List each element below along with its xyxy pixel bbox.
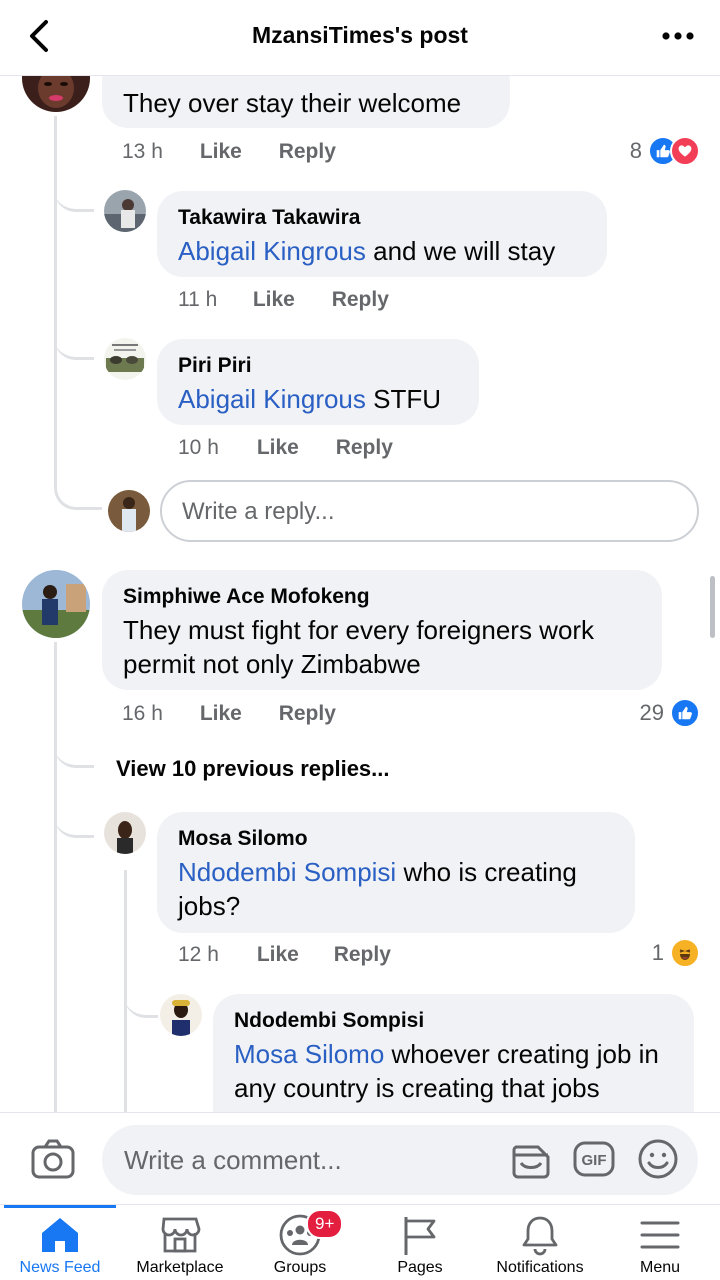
nav-label: Groups [273,1259,327,1276]
reply-button[interactable]: Reply [332,288,389,312]
nav-groups[interactable]: 9+ Groups [240,1205,360,1280]
nav-pages[interactable]: Pages [360,1205,480,1280]
nav-marketplace[interactable]: Marketplace [120,1205,240,1280]
reply-text: Abigail Kingrous and we will stay [178,234,585,268]
reply-text: Abigail Kingrous STFU [178,382,457,416]
thread-connector [54,332,94,360]
reaction-summary[interactable]: 29 [640,698,700,728]
reply-body: STFU [365,384,441,414]
emoji-icon[interactable] [636,1137,680,1181]
reply-bubble[interactable]: Piri Piri Abigail Kingrous STFU [157,339,479,425]
avatar[interactable] [104,190,146,232]
svg-text:GIF: GIF [582,1152,607,1169]
comment-bubble[interactable]: They over stay their welcome [102,76,510,128]
like-button[interactable]: Like [257,436,330,460]
reply-bubble[interactable]: Mosa Silomo Ndodembi Sompisi who is crea… [157,812,635,933]
gif-icon[interactable]: GIF [572,1137,616,1181]
author-name[interactable]: Ndodembi Sompisi [234,1008,672,1034]
like-button[interactable]: Like [257,943,328,967]
reply-time: 10 h [178,436,219,459]
author-name[interactable]: Piri Piri [178,353,457,379]
comments-feed[interactable]: They over stay their welcome 13 h Like R… [0,76,720,1112]
bottom-navigation: News Feed Marketplace 9+ Groups Pages No… [0,1204,720,1280]
like-button[interactable]: Like [200,140,273,164]
avatar[interactable] [160,994,202,1036]
more-options-icon[interactable] [658,20,698,52]
reaction-summary[interactable]: 1 [652,938,700,968]
thread-line [54,642,57,1112]
comment-text: They over stay their welcome [123,88,462,118]
comment-text: They must fight for every foreigners wor… [123,615,595,679]
reply-time: 11 h [178,288,218,311]
camera-icon[interactable] [30,1137,76,1181]
thread-connector [54,810,94,838]
nav-news-feed[interactable]: News Feed [0,1205,120,1280]
top-bar: MzansiTimes's post [0,0,720,76]
mention-link[interactable]: Mosa Silomo [234,1039,384,1069]
comment-time: 13 h [122,140,163,163]
mention-link[interactable]: Ndodembi Sompisi [178,857,396,887]
sticker-icon[interactable] [510,1137,554,1181]
reaction-count: 8 [629,138,642,163]
reply-bubble[interactable]: Takawira Takawira Abigail Kingrous and w… [157,191,607,277]
reply-text: Ndodembi Sompisi who is creating jobs? [178,855,613,923]
reaction-summary[interactable]: 8 [630,136,700,166]
comment-meta: 16 h Like Reply [122,702,336,726]
reaction-count: 29 [639,700,664,725]
author-name[interactable]: Mosa Silomo [178,826,613,852]
home-icon [38,1213,82,1257]
avatar[interactable] [22,76,90,112]
nav-notifications[interactable]: Notifications [480,1205,600,1280]
reply-time: 12 h [178,943,219,966]
like-reaction-icon [670,698,700,728]
author-name[interactable]: Simphiwe Ace Mofokeng [123,584,640,610]
comment-composer: Write a comment... GIF [0,1112,720,1204]
reply-button[interactable]: Reply [334,943,391,967]
reaction-count: 1 [651,940,664,965]
mention-link[interactable]: Abigail Kingrous [178,236,366,266]
scrollbar[interactable] [710,576,715,638]
comment-bubble[interactable]: Simphiwe Ace Mofokeng They must fight fo… [102,570,662,690]
nav-label: News Feed [19,1259,101,1276]
page-title: MzansiTimes's post [252,22,468,48]
thread-line [54,116,57,488]
reply-meta: 10 h Like Reply [178,436,393,460]
bell-icon [518,1213,562,1257]
my-avatar [108,490,150,532]
avatar[interactable] [104,338,146,380]
reply-meta: 11 h Like Reply [178,288,389,312]
love-reaction-icon [670,136,700,166]
thread-connector [54,184,94,212]
reply-button[interactable]: Reply [279,702,336,726]
flag-icon [398,1213,442,1257]
write-reply-input[interactable]: Write a reply... [160,480,699,542]
reply-bubble[interactable]: Ndodembi Sompisi Mosa Silomo whoever cre… [213,994,694,1112]
thread-connector [54,736,94,768]
reply-text: Mosa Silomo whoever creating job in any … [234,1037,672,1105]
haha-reaction-icon [670,938,700,968]
reply-meta: 12 h Like Reply [178,943,391,967]
comment-time: 16 h [122,702,163,725]
reply-button[interactable]: Reply [336,436,393,460]
like-button[interactable]: Like [253,288,326,312]
thread-connector [54,480,102,510]
like-button[interactable]: Like [200,702,273,726]
marketplace-icon [158,1213,202,1257]
avatar[interactable] [104,812,146,854]
author-name[interactable]: Takawira Takawira [178,205,585,231]
nav-label: Marketplace [136,1259,224,1276]
nav-menu[interactable]: Menu [600,1205,720,1280]
mention-link[interactable]: Abigail Kingrous [178,384,366,414]
nav-label: Menu [639,1259,681,1276]
hamburger-menu-icon [638,1213,682,1257]
nav-label: Pages [397,1259,443,1276]
reply-body: and we will stay [365,236,556,266]
notification-badge: 9+ [306,1209,344,1239]
thread-connector [124,990,158,1018]
nav-label: Notifications [496,1259,584,1276]
reply-button[interactable]: Reply [279,140,336,164]
avatar[interactable] [22,570,90,638]
view-previous-replies-link[interactable]: View 10 previous replies... [116,756,390,782]
comment-meta: 13 h Like Reply [122,140,336,164]
